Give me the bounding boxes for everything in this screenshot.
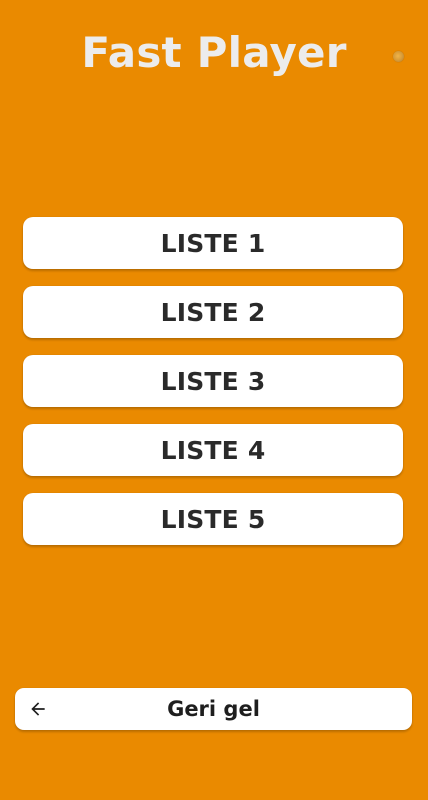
- list-2-button[interactable]: LISTE 2: [23, 286, 403, 338]
- status-indicator-icon: [393, 51, 404, 62]
- list-5-button[interactable]: LISTE 5: [23, 493, 403, 545]
- back-button[interactable]: Geri gel: [15, 688, 412, 730]
- back-button-label: Geri gel: [167, 697, 260, 721]
- arrow-left-icon: [28, 699, 48, 719]
- list-3-button[interactable]: LISTE 3: [23, 355, 403, 407]
- app-title: Fast Player: [81, 28, 347, 77]
- list-1-button[interactable]: LISTE 1: [23, 217, 403, 269]
- list-4-button[interactable]: LISTE 4: [23, 424, 403, 476]
- app-screen: Fast Player LISTE 1 LISTE 2 LISTE 3 LIST…: [0, 0, 428, 800]
